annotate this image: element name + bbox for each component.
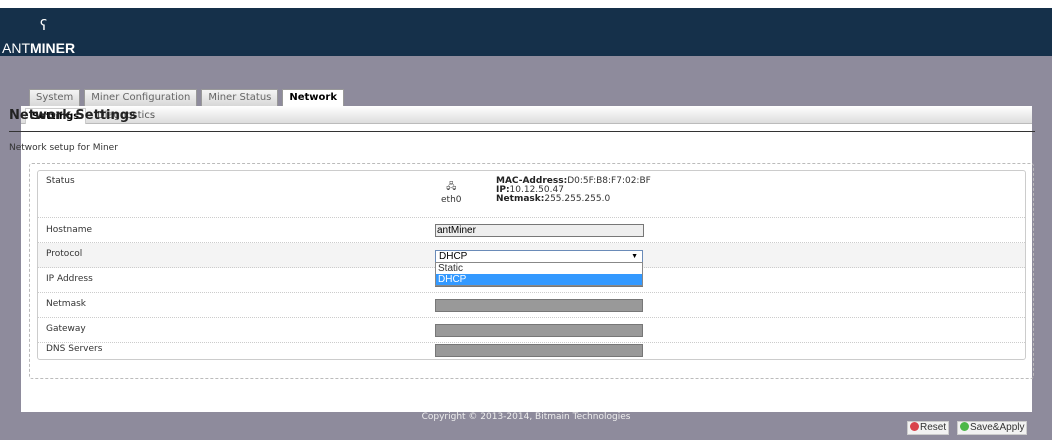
logo: ANTMINER [2,40,76,56]
netmask-value: 255.255.255.0 [544,194,611,204]
dns-input[interactable] [435,344,643,357]
dns-row: DNS Servers [38,343,1025,359]
dropdown-arrow-icon: ▼ [631,253,638,260]
status-row: Status 🖧 eth0 MAC-Address:D0:5F:B8:F7:02:… [38,171,1025,218]
main-tabs: System Miner Configuration Miner Status … [29,89,344,107]
hostname-row: Hostname antMiner [38,218,1025,243]
gateway-row: Gateway [38,318,1025,343]
tab-miner-configuration[interactable]: Miner Configuration [84,89,198,107]
netmask-field-label: Netmask [46,299,86,309]
iface-name: eth0 [441,195,462,205]
status-info: MAC-Address:D0:5F:B8:F7:02:BF IP:10.12.5… [496,177,651,204]
status-label: Status [46,176,75,186]
save-label: Save&Apply [970,422,1025,433]
reset-button[interactable]: Reset [907,421,950,435]
sub-tabs: Settings Diagnostics [21,106,1032,124]
gateway-label: Gateway [46,324,86,334]
mac-value: D0:5F:B8:F7:02:BF [567,176,651,186]
tab-system[interactable]: System [29,89,81,107]
protocol-value: DHCP [439,251,468,262]
tab-network[interactable]: Network [282,89,344,107]
hostname-input[interactable]: antMiner [435,224,644,237]
option-dhcp[interactable]: DHCP [436,274,642,285]
protocol-row: Protocol DHCP ▼ Static DHCP [38,243,1025,286]
netmask-label: Netmask: [496,194,545,204]
netmask-row: Netmask [38,293,1025,318]
header: ʕ ANTMINER [0,8,1052,56]
description: Network setup for Miner [9,143,118,153]
ip-address-label: IP Address [46,274,93,284]
gateway-input[interactable] [435,324,643,337]
tab-miner-status[interactable]: Miner Status [201,89,279,107]
divider [9,131,1035,132]
option-static[interactable]: Static [436,263,642,274]
ant-logo-icon: ʕ [40,18,48,34]
network-interface: 🖧 eth0 [441,179,462,205]
footer: Copyright © 2013-2014, Bitmain Technolog… [421,412,631,422]
dns-label: DNS Servers [46,344,103,354]
reset-label: Reset [920,422,947,433]
protocol-dropdown: Static DHCP [435,262,643,286]
reset-icon [910,422,919,431]
network-icon: 🖧 [446,182,457,192]
page-title: Network Settings [9,108,137,123]
hostname-label: Hostname [46,225,93,235]
protocol-label: Protocol [46,249,83,259]
settings-table: Status 🖧 eth0 MAC-Address:D0:5F:B8:F7:02:… [37,170,1026,360]
save-apply-button[interactable]: Save&Apply [957,421,1028,435]
netmask-input[interactable] [435,299,643,312]
check-icon [960,422,969,431]
